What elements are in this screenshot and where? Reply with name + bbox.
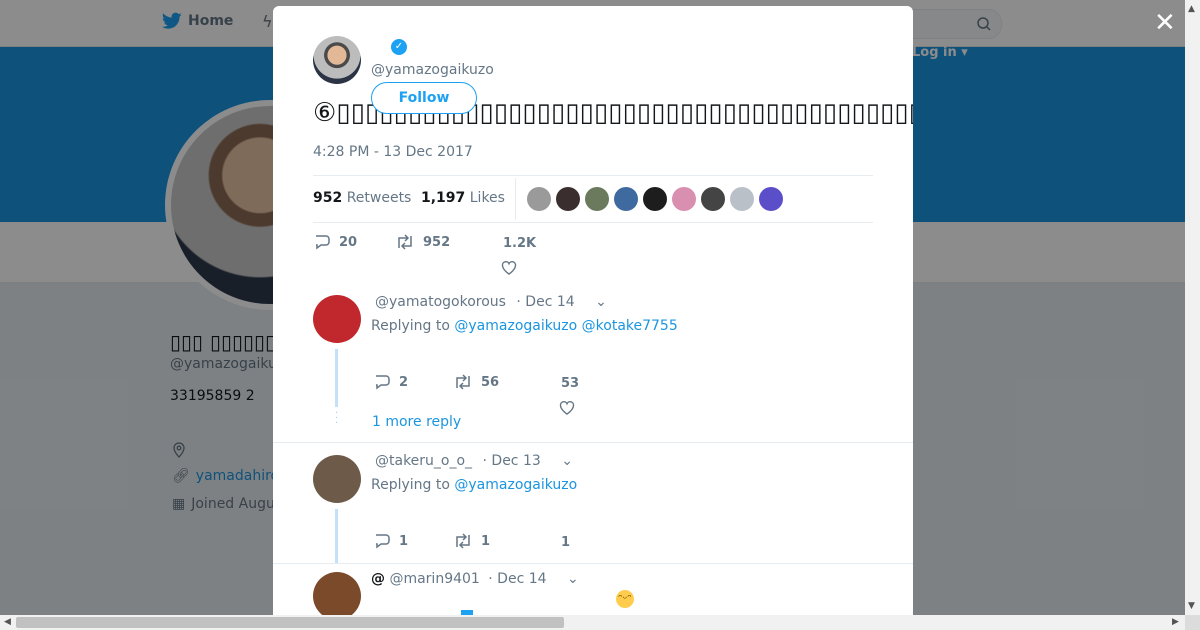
retweet-action[interactable]: 1: [453, 533, 490, 549]
chevron-down-icon[interactable]: ⌄: [561, 453, 573, 469]
reply-handle[interactable]: @takeru_o_o_: [375, 453, 472, 469]
reply-thread-2: @takeru_o_o_ · Dec 13 ⌄ Replying to @yam…: [273, 443, 913, 563]
reply-header: @takeru_o_o_ · Dec 13 ⌄: [375, 453, 573, 469]
scroll-right-icon[interactable]: ▶: [1172, 617, 1179, 627]
liker-avatar[interactable]: [556, 187, 580, 211]
liker-avatar[interactable]: [585, 187, 609, 211]
liker-avatar[interactable]: [643, 187, 667, 211]
reply-thread-1: @yamatogokorous · Dec 14 ⌄ Replying to @…: [273, 281, 913, 443]
retweet-action[interactable]: 952: [395, 234, 450, 250]
follow-button[interactable]: Follow: [371, 82, 477, 114]
liker-avatar[interactable]: [730, 187, 754, 211]
tweet-modal: ✓ @yamazogaikuzo ⑥▯▯▯▯▯▯▯▯▯▯▯▯▯▯▯▯▯▯▯▯▯▯…: [273, 6, 913, 615]
reply-icon: [376, 534, 390, 549]
close-icon[interactable]: ✕: [1154, 10, 1176, 36]
reply-name[interactable]: @: [371, 571, 385, 587]
thread-line: [335, 509, 338, 563]
chevron-down-icon[interactable]: ⌄: [567, 571, 579, 587]
like-action[interactable]: [559, 400, 575, 416]
reply-count: 20: [339, 234, 358, 250]
replying-to: Replying to @yamazogaikuzo: [371, 477, 577, 493]
horizontal-scroll-thumb[interactable]: [16, 617, 564, 628]
reply-action[interactable]: 2: [373, 374, 408, 390]
reply-avatar[interactable]: [313, 295, 361, 343]
retweet-count: 56: [481, 374, 500, 390]
horizontal-scrollbar[interactable]: ◀ ▶: [0, 615, 1185, 630]
retweet-action[interactable]: 56: [453, 374, 499, 390]
likes-stat[interactable]: 1,197 Likes: [421, 190, 505, 206]
retweet-icon: [398, 234, 412, 250]
retweets-label: Retweets: [346, 190, 412, 206]
reply-header: @yamatogokorous · Dec 14 ⌄: [375, 294, 607, 310]
scroll-down-icon[interactable]: ▼: [1188, 601, 1195, 611]
verified-badge-icon: ✓: [391, 39, 407, 55]
reply-thread-3: @ @marin9401 · Dec 14 ⌄ ᵔᵕᵔ: [273, 563, 913, 615]
replying-prefix: Replying to: [371, 477, 450, 493]
reply-avatar[interactable]: [313, 572, 361, 615]
replying-to-link[interactable]: @yamazogaikuzo: [454, 477, 577, 493]
retweet-count: 1: [481, 533, 491, 549]
retweets-stat[interactable]: 952 Retweets: [313, 190, 411, 206]
reply-icon: [316, 235, 330, 250]
like-action[interactable]: [501, 260, 517, 276]
reply-icon: [376, 375, 390, 390]
reply-date[interactable]: · Dec 13: [483, 453, 541, 469]
reply-handle[interactable]: @yamatogokorous: [375, 294, 506, 310]
like-count-label: 1.2K: [503, 236, 537, 251]
liker-avatar[interactable]: [672, 187, 696, 211]
tweet-stats: 952 Retweets 1,197 Likes: [313, 175, 873, 223]
like-count-label: 1: [561, 535, 571, 550]
retweet-count: 952: [423, 234, 451, 250]
vertical-scrollbar[interactable]: ▲ ▼: [1185, 0, 1200, 615]
thread-dots: · · ·: [335, 408, 339, 429]
reply-count: 1: [399, 533, 409, 549]
heart-icon: [559, 400, 575, 415]
likes-count: 1,197: [421, 190, 466, 206]
tweet-timestamp[interactable]: 4:28 PM - 13 Dec 2017: [313, 144, 473, 160]
reply-handle[interactable]: @marin9401: [389, 571, 479, 587]
liker-avatar[interactable]: [614, 187, 638, 211]
scrollbar-corner: [1185, 615, 1200, 630]
retweet-icon: [456, 533, 470, 549]
replying-prefix: Replying to: [371, 318, 450, 334]
chevron-down-icon[interactable]: ⌄: [595, 294, 607, 310]
reply-action[interactable]: 1: [373, 533, 408, 549]
retweet-icon: [456, 374, 470, 390]
retweets-count: 952: [313, 190, 343, 206]
scroll-up-icon[interactable]: ▲: [1188, 4, 1195, 14]
replying-to-link[interactable]: @yamazogaikuzo @kotake7755: [454, 318, 677, 334]
thread-line: [335, 349, 338, 407]
author-handle[interactable]: @yamazogaikuzo: [371, 62, 494, 78]
reply-action[interactable]: 20: [313, 234, 357, 250]
likers-avatars: [527, 187, 783, 211]
replying-to: Replying to @yamazogaikuzo @kotake7755: [371, 318, 678, 334]
scroll-left-icon[interactable]: ◀: [4, 617, 11, 627]
heart-icon: [501, 260, 517, 275]
grinning-sweat-emoji-icon: ᵔᵕᵔ: [616, 590, 634, 608]
liker-avatar[interactable]: [701, 187, 725, 211]
author-avatar[interactable]: [313, 36, 361, 84]
reply-date[interactable]: · Dec 14: [488, 571, 546, 587]
liker-avatar[interactable]: [759, 187, 783, 211]
reply-avatar[interactable]: [313, 455, 361, 503]
like-count-label: 53: [561, 376, 580, 391]
stats-divider: [515, 178, 516, 220]
more-replies-link[interactable]: 1 more reply: [372, 414, 461, 430]
reply-count: 2: [399, 374, 409, 390]
reply-header: @ @marin9401 · Dec 14 ⌄: [371, 571, 579, 587]
reply-date[interactable]: · Dec 14: [516, 294, 574, 310]
liker-avatar[interactable]: [527, 187, 551, 211]
likes-label: Likes: [469, 190, 505, 206]
